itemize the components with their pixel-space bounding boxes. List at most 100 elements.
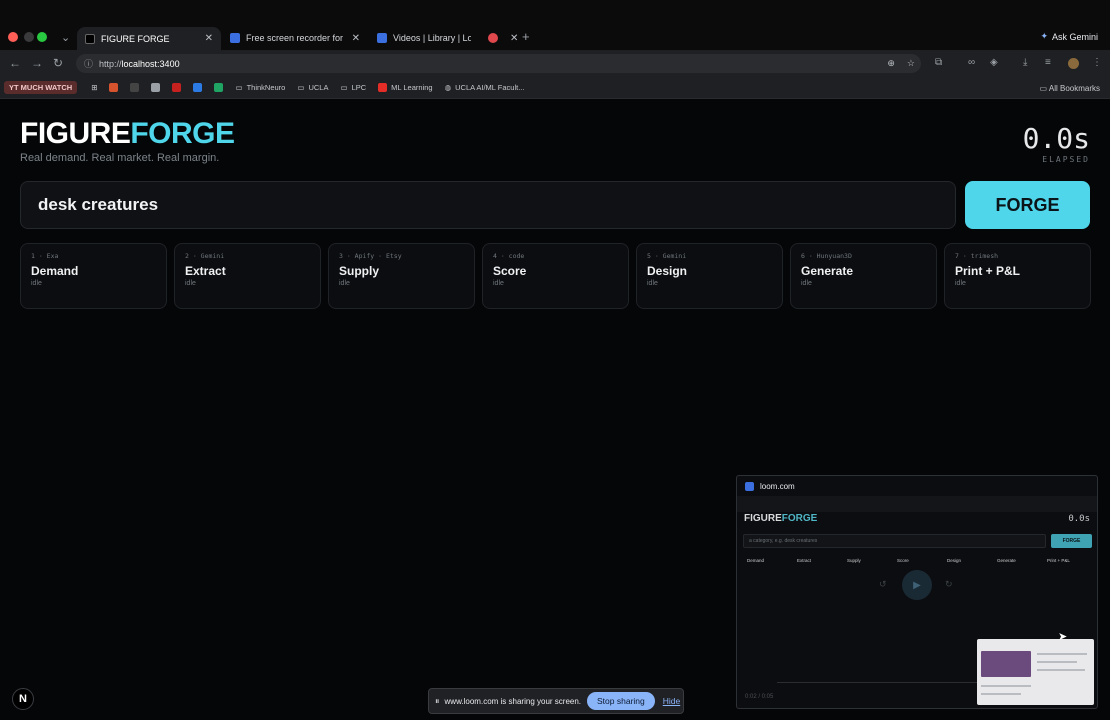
tab-search-chevron-icon[interactable]: ⌄: [61, 31, 70, 44]
step-status: idle: [647, 280, 658, 287]
step-name: Demand: [31, 264, 79, 278]
bookmark-label: UCLA AI/ML Facult...: [455, 83, 525, 92]
loom-mini-step: Print + P&L: [1047, 558, 1070, 563]
shield-extension-icon[interactable]: ◈: [990, 57, 998, 68]
drive-icon[interactable]: [214, 83, 224, 92]
all-bookmarks-button[interactable]: ▭ All Bookmarks: [1040, 84, 1100, 93]
bookmark-icon-3[interactable]: [151, 83, 161, 92]
link-icon[interactable]: ∞: [968, 57, 975, 68]
close-tab-icon[interactable]: ✕: [346, 33, 360, 44]
screen-sharing-bar: ⏸ www.loom.com is sharing your screen. S…: [428, 688, 684, 714]
step-status: idle: [185, 280, 196, 287]
step-name: Extract: [185, 264, 226, 278]
bookmark-ml-learning[interactable]: ML Learning: [378, 83, 433, 92]
play-icon[interactable]: ▶: [902, 570, 932, 600]
maximize-window-button[interactable]: [37, 32, 47, 42]
menu-kebab-icon[interactable]: ⋮: [1092, 57, 1102, 68]
folder-icon: ▭: [297, 83, 305, 92]
forward-arrow-icon[interactable]: →: [31, 56, 43, 70]
pip-text-line: [1037, 661, 1077, 663]
bookmarks-bar: YT MUCH WATCH ⊞ ▭ ThinkNeuro ▭ UCLA ▭ LPC M…: [0, 77, 1110, 99]
ask-gemini-button[interactable]: ✦ Ask Gemini: [1040, 31, 1098, 42]
zoom-icon[interactable]: ⊕: [887, 58, 895, 69]
ask-gemini-label: Ask Gemini: [1051, 31, 1098, 42]
step-status: idle: [493, 280, 504, 287]
loom-progress-bar[interactable]: [777, 682, 1007, 683]
step-status: idle: [801, 280, 812, 287]
bookmark-star-icon[interactable]: ☆: [907, 58, 915, 69]
pipeline-step-print-pl: 7 · trimesh Print + P&L idle: [944, 243, 1091, 309]
bookmark-label: ThinkNeuro: [246, 83, 286, 92]
loom-mini-step: Design: [947, 558, 962, 563]
tab-recording[interactable]: ✕: [480, 27, 518, 49]
step-name: Score: [493, 264, 527, 278]
bookmark-lpc[interactable]: ▭ LPC: [340, 83, 366, 92]
sharing-message: www.loom.com is sharing your screen.: [444, 696, 582, 706]
extensions-puzzle-icon[interactable]: ⧉: [935, 57, 942, 68]
category-search-input[interactable]: desk creatures: [20, 181, 956, 229]
reload-icon[interactable]: ↻: [53, 56, 63, 70]
download-icon[interactable]: ⤓: [1023, 57, 1027, 68]
bookmark-yt-much-watch[interactable]: YT MUCH WATCH: [4, 81, 78, 94]
bookmark-ucla-ai-ml[interactable]: ◍ UCLA AI/ML Facult...: [445, 83, 525, 92]
forge-button[interactable]: FORGE: [965, 181, 1090, 229]
loom-camera-bubble: [977, 639, 1094, 705]
loom-preview-window[interactable]: loom.com FIGUREFORGE 0.0s a category, e.…: [736, 475, 1098, 709]
url-prefix: http://: [99, 58, 122, 69]
loom-playback-time: 0:02 / 0:05: [745, 694, 774, 700]
folder-icon: ▭: [1039, 84, 1048, 93]
app-logo: FIGUREFORGE: [20, 117, 235, 151]
minimize-window-button[interactable]: [24, 32, 34, 42]
folder-icon: ▭: [340, 83, 348, 92]
loom-mini-logo: FIGUREFORGE: [744, 513, 817, 524]
loom-preview-title: loom.com: [760, 481, 795, 491]
bookmark-ucla[interactable]: ▭ UCLA: [297, 83, 328, 92]
loom-mini-step: Supply: [847, 558, 861, 563]
gemini-sparkle-icon: ✦: [1040, 31, 1048, 41]
gmail-icon[interactable]: [172, 83, 182, 92]
loom-mini-forge-button: FORGE: [1051, 534, 1092, 548]
browser-tab-strip: ⌄ FIGURE FORGE ✕ Free screen recorder fo…: [0, 0, 1110, 50]
tab-loom-library[interactable]: Videos | Library | Loom: [369, 27, 479, 49]
hide-sharing-bar-button[interactable]: Hide: [663, 696, 680, 706]
tab-label: Videos | Library | Loom: [393, 33, 471, 43]
bookmark-icon-4[interactable]: [193, 83, 203, 92]
close-tab-icon[interactable]: ✕: [199, 33, 213, 44]
bookmark-icon-2[interactable]: [130, 83, 140, 92]
loom-mini-step: Generate: [997, 558, 1016, 563]
rewind-icon[interactable]: ↺: [879, 579, 887, 590]
globe-icon: ◍: [444, 83, 452, 92]
folder-icon: ▭: [235, 83, 243, 92]
tab-figure-forge[interactable]: FIGURE FORGE ✕: [77, 27, 221, 50]
loom-preview-header: loom.com: [737, 476, 1097, 496]
nextjs-dev-indicator[interactable]: N: [12, 688, 34, 710]
step-name: Generate: [801, 264, 854, 278]
new-tab-plus-icon[interactable]: +: [522, 29, 530, 44]
close-window-button[interactable]: [8, 32, 18, 42]
step-meta: 4 · code: [493, 252, 525, 260]
tab-screen-recorder[interactable]: Free screen recorder for Mac ✕: [222, 27, 368, 49]
logo-forge: FORGE: [130, 117, 235, 150]
apps-grid-icon[interactable]: ⊞: [91, 83, 97, 92]
all-bookmarks-label: All Bookmarks: [1048, 84, 1100, 93]
close-tab-icon[interactable]: ✕: [504, 33, 518, 44]
back-arrow-icon[interactable]: ←: [9, 56, 21, 70]
media-controls-icon[interactable]: ≡: [1045, 57, 1051, 68]
figure-forge-favicon-icon: [85, 33, 95, 44]
loom-favicon-icon: [745, 481, 754, 491]
profile-avatar[interactable]: [1068, 58, 1079, 69]
fast-forward-icon[interactable]: ↻: [945, 579, 953, 590]
site-info-icon[interactable]: ⓘ: [84, 57, 93, 70]
loom-favicon-icon: [230, 33, 240, 43]
bookmark-icon-1[interactable]: [109, 83, 119, 92]
mini-logo-forge: FORGE: [781, 513, 818, 524]
loom-mini-step: Score: [897, 558, 909, 563]
step-status: idle: [339, 280, 350, 287]
stop-sharing-button[interactable]: Stop sharing: [587, 692, 655, 710]
loom-camera-video: [981, 651, 1031, 677]
address-bar[interactable]: ⓘ http://localhost:3400 ⊕ ☆: [76, 54, 921, 73]
pip-text-line: [981, 685, 1031, 687]
bookmark-thinkneuro[interactable]: ▭ ThinkNeuro: [235, 83, 285, 92]
step-name: Print + P&L: [955, 264, 1021, 278]
recording-icon: [488, 33, 498, 43]
